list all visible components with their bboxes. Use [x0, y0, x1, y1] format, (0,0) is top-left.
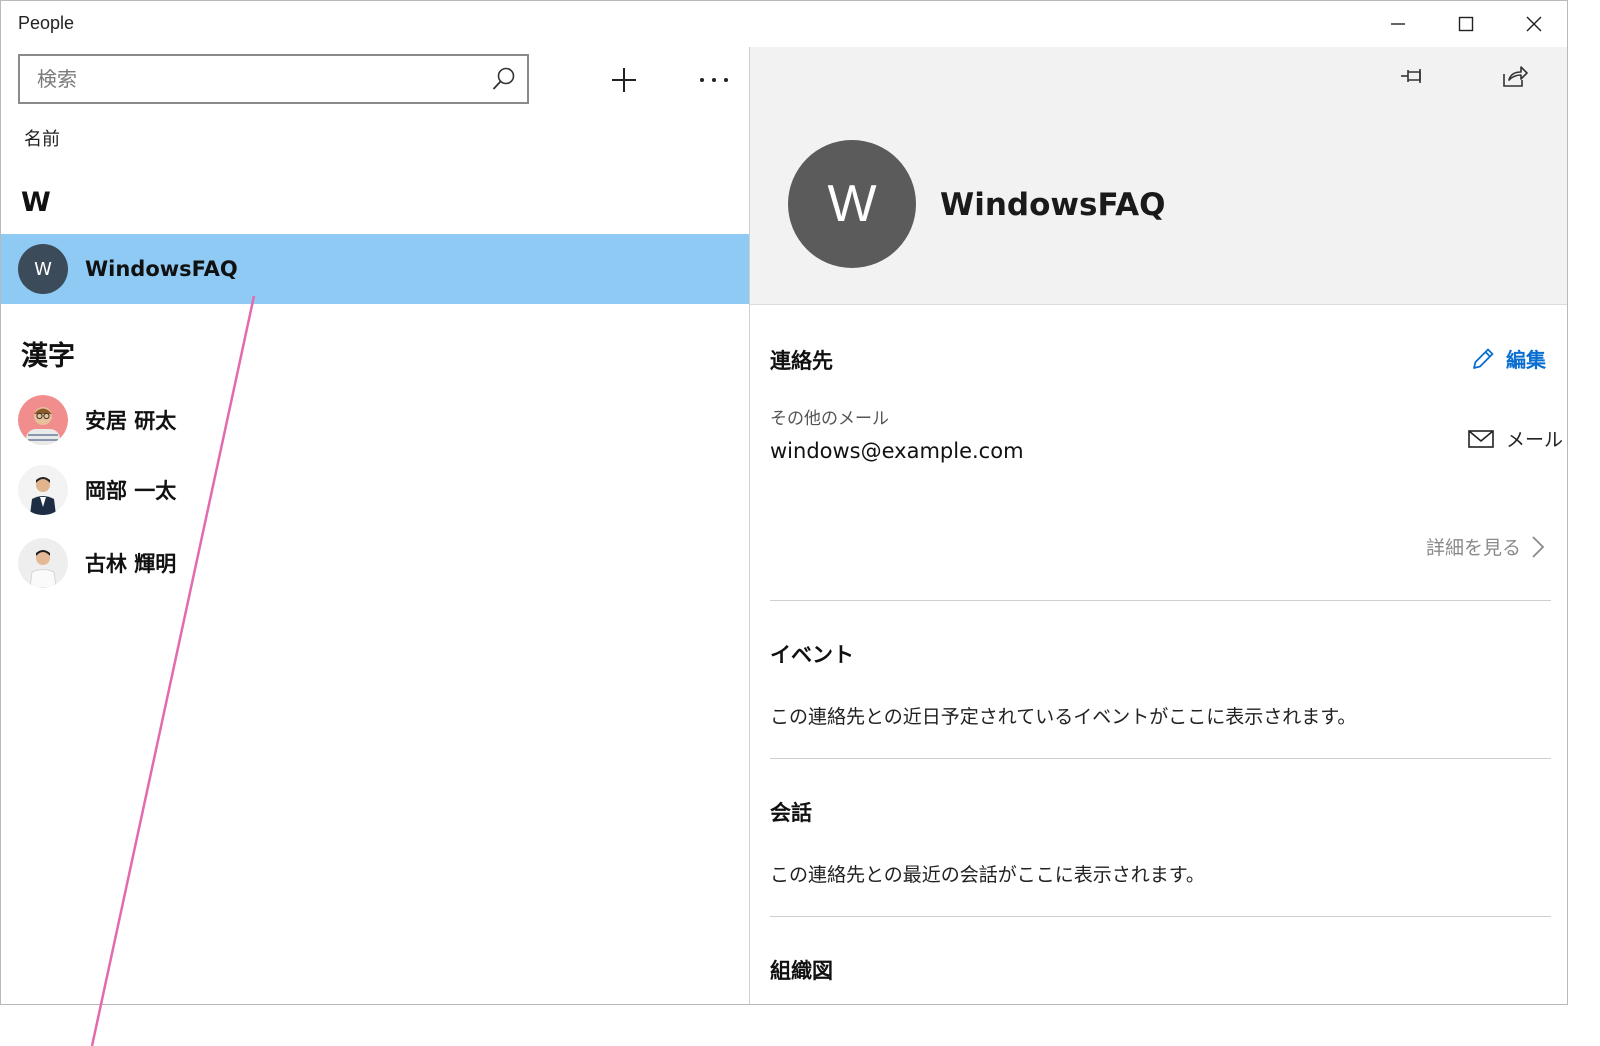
more-options-button[interactable] [691, 57, 737, 103]
conversations-section-title: 会話 [770, 801, 812, 825]
divider [770, 916, 1551, 917]
close-icon [1526, 16, 1542, 32]
group-header-kanji[interactable]: 漢字 [21, 334, 75, 373]
pencil-icon [1473, 348, 1494, 369]
pin-button[interactable] [1390, 53, 1436, 99]
avatar [18, 465, 68, 515]
person-photo-icon [18, 395, 68, 445]
events-section-body: この連絡先との近日予定されているイベントがここに表示されます。 [770, 706, 1357, 728]
app-title: People [18, 13, 75, 33]
edit-button[interactable]: 編集 [1470, 344, 1546, 373]
person-photo-icon [18, 538, 68, 588]
sort-by-name-button[interactable]: 名前 [24, 125, 60, 151]
see-details-label: 詳細を見る [1426, 537, 1522, 559]
contact-detail-pane: W WindowsFAQ 連絡先 編集 その他のメール windows@exam… [749, 47, 1567, 1004]
pin-icon [1401, 69, 1421, 83]
close-button[interactable] [1499, 1, 1567, 47]
minimize-button[interactable] [1363, 1, 1433, 47]
share-icon [1503, 66, 1528, 87]
more-icon [700, 78, 728, 82]
divider [770, 600, 1551, 601]
conversations-section-body: この連絡先との最近の会話がここに表示されます。 [770, 864, 1205, 886]
mail-label: メール [1506, 429, 1564, 451]
mail-icon [1468, 429, 1494, 448]
contact-name: 古林 輝明 [85, 552, 177, 576]
share-button[interactable] [1492, 53, 1538, 99]
maximize-icon [1458, 16, 1474, 32]
search-input[interactable] [20, 56, 481, 102]
avatar [18, 395, 68, 445]
add-contact-button[interactable] [601, 57, 647, 103]
title-bar: People [1, 1, 1567, 47]
chevron-right-icon [1532, 535, 1545, 558]
contact-name: 安居 研太 [85, 409, 177, 433]
contact-display-name: WindowsFAQ [940, 187, 1166, 223]
email-value[interactable]: windows@example.com [770, 439, 1024, 463]
contact-hero: W WindowsFAQ [750, 47, 1567, 305]
group-header-w[interactable]: W [21, 187, 51, 218]
contact-name: 岡部 一太 [85, 479, 177, 503]
divider [770, 758, 1551, 759]
people-window: People 名前 W W WindowsFAQ 漢字 [0, 0, 1568, 1005]
contact-row[interactable]: 安居 研太 [1, 385, 749, 455]
contact-section-title: 連絡先 [770, 349, 833, 373]
events-section-title: イベント [770, 643, 854, 667]
avatar: W [18, 244, 68, 294]
org-chart-section-title: 組織図 [770, 959, 833, 983]
send-mail-button[interactable]: メール [1468, 425, 1563, 452]
plus-icon [612, 68, 636, 92]
avatar [18, 538, 68, 588]
search-box [18, 54, 529, 104]
contact-avatar: W [788, 140, 916, 268]
search-icon[interactable] [481, 56, 527, 102]
maximize-button[interactable] [1431, 1, 1501, 47]
edit-label: 編集 [1506, 348, 1546, 372]
see-details-link[interactable]: 詳細を見る [1426, 533, 1545, 560]
minimize-icon [1391, 23, 1405, 25]
person-photo-icon [18, 465, 68, 515]
contact-row[interactable]: 岡部 一太 [1, 455, 749, 525]
contact-list-pane: 名前 W W WindowsFAQ 漢字 安居 研太 [1, 47, 749, 1004]
contact-row[interactable]: 古林 輝明 [1, 528, 749, 598]
email-field-label: その他のメール [770, 409, 889, 429]
contact-name: WindowsFAQ [85, 257, 238, 281]
contact-row-windowsfaq[interactable]: W WindowsFAQ [1, 234, 749, 304]
